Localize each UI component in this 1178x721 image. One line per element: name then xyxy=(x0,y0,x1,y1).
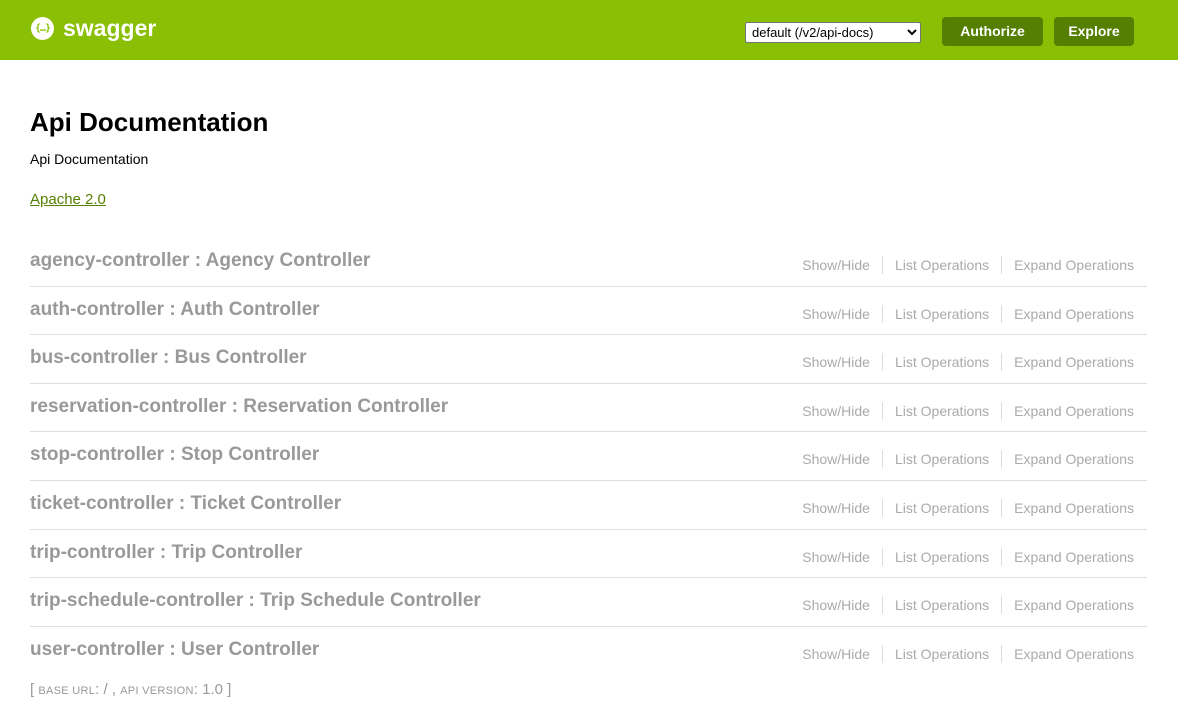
resource-operations: Show/Hide List Operations Expand Operation… xyxy=(802,304,1134,323)
resource-title[interactable]: trip-controller : Trip Controller xyxy=(30,542,302,564)
swagger-logo-icon: {…} xyxy=(31,17,54,40)
resource-operations: Show/Hide List Operations Expand Operation… xyxy=(802,401,1134,420)
expand-operations-link[interactable]: Expand Operations xyxy=(1001,498,1134,517)
resource-operations: Show/Hide List Operations Expand Operation… xyxy=(802,353,1134,372)
show-hide-link[interactable]: Show/Hide xyxy=(802,548,882,566)
resource-title[interactable]: agency-controller : Agency Controller xyxy=(30,250,370,272)
resource-title[interactable]: ticket-controller : Ticket Controller xyxy=(30,493,341,515)
footer-info: [ BASE URL: / , API VERSION: 1.0 ] xyxy=(30,681,231,698)
resource-list: agency-controller : Agency Controller Sho… xyxy=(30,238,1147,675)
resource-title[interactable]: bus-controller : Bus Controller xyxy=(30,347,307,369)
list-operations-link[interactable]: List Operations xyxy=(881,596,1001,615)
resource-row: trip-controller : Trip Controller Show/Hi… xyxy=(30,530,1147,579)
show-hide-link[interactable]: Show/Hide xyxy=(802,256,882,274)
license-link[interactable]: Apache 2.0 xyxy=(30,191,106,208)
list-operations-link[interactable]: List Operations xyxy=(881,498,1001,517)
resource-operations: Show/Hide List Operations Expand Operation… xyxy=(802,450,1134,469)
resource-operations: Show/Hide List Operations Expand Operation… xyxy=(802,596,1134,615)
resource-row: auth-controller : Auth Controller Show/Hi… xyxy=(30,287,1147,336)
list-operations-link[interactable]: List Operations xyxy=(881,450,1001,469)
resource-row: reservation-controller : Reservation Con… xyxy=(30,384,1147,433)
explore-button[interactable]: Explore xyxy=(1054,17,1134,46)
resource-title[interactable]: user-controller : User Controller xyxy=(30,639,319,661)
resource-title[interactable]: stop-controller : Stop Controller xyxy=(30,444,319,466)
api-description: Api Documentation xyxy=(30,151,149,167)
resource-row: user-controller : User Controller Show/Hi… xyxy=(30,627,1147,676)
resource-operations: Show/Hide List Operations Expand Operation… xyxy=(802,256,1134,274)
resource-row: agency-controller : Agency Controller Sho… xyxy=(30,238,1147,287)
resource-title[interactable]: trip-schedule-controller : Trip Schedule… xyxy=(30,590,481,612)
base-url-value: : / , xyxy=(95,681,121,698)
expand-operations-link[interactable]: Expand Operations xyxy=(1001,450,1134,469)
api-info: Api Documentation Api Documentation Apac… xyxy=(30,105,268,209)
resource-row: bus-controller : Bus Controller Show/Hide… xyxy=(30,335,1147,384)
authorize-button[interactable]: Authorize xyxy=(942,17,1043,46)
resource-row: trip-schedule-controller : Trip Schedule… xyxy=(30,578,1147,627)
list-operations-link[interactable]: List Operations xyxy=(881,256,1001,274)
resource-operations: Show/Hide List Operations Expand Operation… xyxy=(802,644,1134,663)
show-hide-link[interactable]: Show/Hide xyxy=(802,499,882,517)
list-operations-link[interactable]: List Operations xyxy=(881,304,1001,323)
resource-operations: Show/Hide List Operations Expand Operation… xyxy=(802,547,1134,566)
expand-operations-link[interactable]: Expand Operations xyxy=(1001,644,1134,663)
resource-row: stop-controller : Stop Controller Show/Hi… xyxy=(30,432,1147,481)
api-version-value: : 1.0 ] xyxy=(193,681,232,698)
list-operations-link[interactable]: List Operations xyxy=(881,401,1001,420)
expand-operations-link[interactable]: Expand Operations xyxy=(1001,596,1134,615)
api-version-label: API VERSION xyxy=(120,685,194,697)
expand-operations-link[interactable]: Expand Operations xyxy=(1001,304,1134,323)
show-hide-link[interactable]: Show/Hide xyxy=(802,402,882,420)
top-bar: {…} swagger default (/v2/api-docs) Autho… xyxy=(0,0,1178,60)
base-url-label: BASE URL xyxy=(38,685,96,697)
show-hide-link[interactable]: Show/Hide xyxy=(802,450,882,468)
expand-operations-link[interactable]: Expand Operations xyxy=(1001,547,1134,566)
show-hide-link[interactable]: Show/Hide xyxy=(802,353,882,371)
api-spec-select[interactable]: default (/v2/api-docs) xyxy=(745,22,921,43)
list-operations-link[interactable]: List Operations xyxy=(881,353,1001,372)
page-title: Api Documentation xyxy=(30,107,269,137)
resource-title[interactable]: auth-controller : Auth Controller xyxy=(30,299,320,321)
list-operations-link[interactable]: List Operations xyxy=(881,547,1001,566)
resource-operations: Show/Hide List Operations Expand Operation… xyxy=(802,498,1134,517)
expand-operations-link[interactable]: Expand Operations xyxy=(1001,353,1134,372)
swagger-logo[interactable]: {…} swagger xyxy=(31,17,156,40)
expand-operations-link[interactable]: Expand Operations xyxy=(1001,401,1134,420)
list-operations-link[interactable]: List Operations xyxy=(881,644,1001,663)
resource-row: ticket-controller : Ticket Controller Sho… xyxy=(30,481,1147,530)
expand-operations-link[interactable]: Expand Operations xyxy=(1001,256,1134,274)
show-hide-link[interactable]: Show/Hide xyxy=(802,305,882,323)
swagger-logo-text: swagger xyxy=(63,15,157,41)
resource-title[interactable]: reservation-controller : Reservation Con… xyxy=(30,396,448,418)
show-hide-link[interactable]: Show/Hide xyxy=(802,596,882,614)
show-hide-link[interactable]: Show/Hide xyxy=(802,645,882,663)
